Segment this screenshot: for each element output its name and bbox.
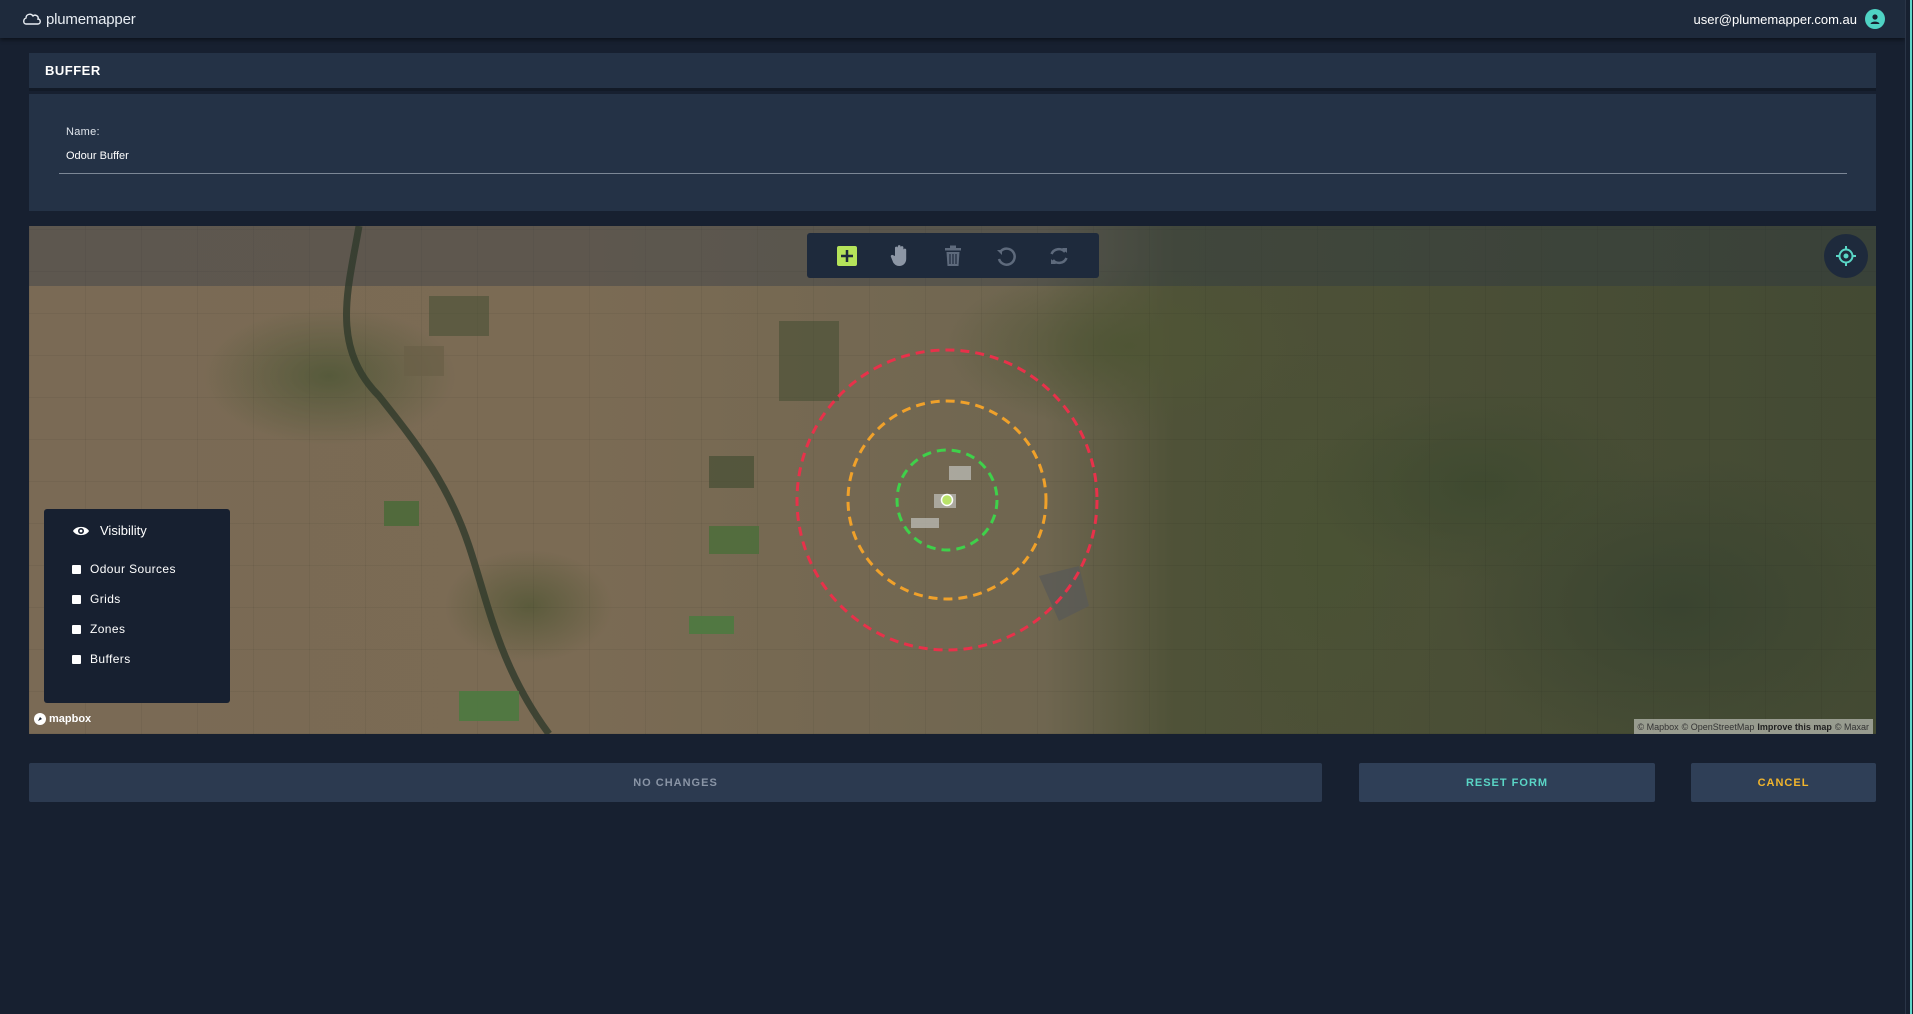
visibility-title-label: Visibility [100,523,147,538]
redo-icon[interactable] [1046,243,1072,269]
plume-logo-icon [23,13,41,25]
crosshair-icon [1836,246,1856,266]
hand-pan-icon[interactable] [887,243,913,269]
no-changes-button[interactable]: NO CHANGES [29,763,1322,802]
map-view[interactable]: Visibility Odour Sources Grids Zones Buf… [29,226,1876,734]
attribution-osm-link[interactable]: © OpenStreetMap [1682,722,1755,732]
locate-button[interactable] [1824,234,1868,278]
visibility-item-label: Odour Sources [90,562,176,576]
attribution-mapbox-link[interactable]: © Mapbox [1638,722,1679,732]
page-scrollbar[interactable] [1905,0,1913,1014]
user-menu[interactable]: user@plumemapper.com.au [1693,9,1885,29]
user-email: user@plumemapper.com.au [1693,11,1858,27]
top-bar: plumemapper user@plumemapper.com.au [0,0,1905,38]
app-logo[interactable]: plumemapper [22,10,136,28]
zones-checkbox[interactable] [72,624,81,634]
visibility-item-label: Zones [90,622,126,636]
buffer-center-point [940,493,954,507]
buffer-form: Name: [29,94,1876,211]
reset-form-button[interactable]: RESET FORM [1359,763,1655,802]
trash-icon[interactable] [940,243,966,269]
eye-icon [73,526,89,535]
visibility-item-buffers[interactable]: Buffers [72,644,230,674]
attribution-improve-link[interactable]: Improve this map [1757,722,1832,732]
undo-icon[interactable] [993,243,1019,269]
buffer-layer [343,226,1099,734]
name-input[interactable] [66,150,1846,162]
mapbox-icon [34,713,46,725]
add-square-icon[interactable] [834,243,860,269]
visibility-item-label: Grids [90,592,121,606]
buffers-checkbox[interactable] [72,654,81,664]
visibility-item-grids[interactable]: Grids [72,584,230,614]
mapbox-logo[interactable]: mapbox [34,713,91,725]
draw-toolbar [807,233,1099,278]
name-input-underline [59,173,1847,174]
visibility-item-odour-sources[interactable]: Odour Sources [72,554,230,584]
odour-sources-checkbox[interactable] [72,564,81,574]
attribution-maxar-link[interactable]: © Maxar [1835,722,1869,732]
visibility-panel: Visibility Odour Sources Grids Zones Buf… [44,509,230,703]
user-avatar-icon[interactable] [1865,9,1885,29]
visibility-item-zones[interactable]: Zones [72,614,230,644]
grids-checkbox[interactable] [72,594,81,604]
cancel-button[interactable]: CANCEL [1691,763,1876,802]
map-attribution: © Mapbox © OpenStreetMap Improve this ma… [1633,719,1873,734]
section-title: BUFFER [29,53,1876,91]
logo-text: plumemapper [46,10,136,28]
visibility-title: Visibility [72,523,230,538]
visibility-item-label: Buffers [90,652,131,666]
mapbox-logo-text: mapbox [49,713,92,725]
name-label: Name: [66,126,100,138]
